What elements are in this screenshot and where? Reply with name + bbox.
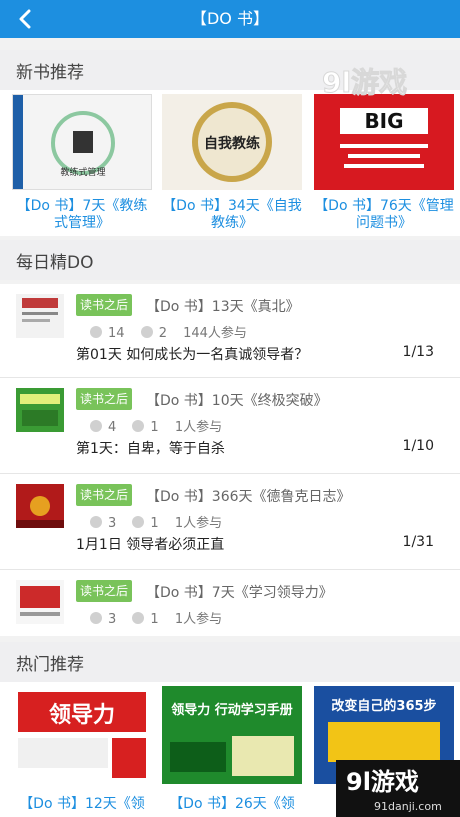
section-title: 热门推荐	[16, 655, 84, 675]
hot-books-row: 领导力 【Do 书】12天《领 领导力 行动学习手册 【Do 书】26天《领 改…	[0, 682, 460, 817]
item-meta: 3 1 1人参与	[90, 512, 234, 531]
item-title: 【Do 书】10天《终极突破》	[146, 393, 328, 409]
svg-text:领导力: 领导力	[49, 702, 115, 728]
top-bar: 【DO 书】	[0, 0, 460, 38]
svg-text:BIG: BIG	[364, 109, 403, 133]
progress-text: 1/13	[402, 344, 434, 360]
book-caption: 【Do 书】7天《教练式管理》	[16, 198, 148, 231]
book-caption: 【Do 书】12天《领	[19, 796, 145, 812]
svg-text:教练式管理: 教练式管理	[60, 166, 105, 178]
book-cover: BIG	[314, 94, 454, 190]
status-badge: 读书之后	[76, 580, 132, 602]
like-icon	[90, 516, 102, 528]
list-item[interactable]: 读书之后 【Do 书】13天《真北》 14 2 144人参与 第01天 如何成长…	[0, 284, 460, 378]
like-icon	[90, 420, 102, 432]
section-title: 每日精DO	[16, 253, 94, 273]
book-cover: 改变自己的365步	[314, 686, 454, 784]
comment-icon	[132, 420, 145, 432]
book-thumbnail	[16, 484, 64, 528]
like-icon	[90, 326, 102, 338]
list-item[interactable]: 读书之后 【Do 书】366天《德鲁克日志》 3 1 1人参与 1月1日 领导者…	[0, 474, 460, 570]
svg-text:改变自己的365步: 改变自己的365步	[331, 698, 436, 714]
new-books-row: 教练式管理 【Do 书】7天《教练式管理》 自我教练 【Do 书】34天《自我教…	[0, 90, 460, 236]
book-caption: 【Do 书】34天《自我教练》	[162, 198, 302, 231]
item-meta: 3 1 1人参与	[90, 608, 234, 627]
item-title: 【Do 书】13天《真北》	[146, 299, 300, 315]
progress-text: 1/10	[402, 438, 434, 454]
list-item[interactable]: 读书之后 【Do 书】10天《终极突破》 4 1 1人参与 第1天：自卑，等于自…	[0, 378, 460, 474]
book-cover: 自我教练	[162, 94, 302, 190]
item-meta: 4 1 1人参与	[90, 416, 234, 435]
book-thumbnail	[16, 294, 64, 338]
book-caption: 【Do 书】26天《领	[169, 796, 295, 812]
book-thumbnail	[16, 388, 64, 432]
status-badge: 读书之后	[76, 388, 132, 410]
item-meta: 14 2 144人参与	[90, 322, 259, 341]
svg-text:自我教练: 自我教练	[204, 135, 260, 152]
status-badge: 读书之后	[76, 294, 132, 316]
section-daily: 每日精DO	[0, 240, 460, 280]
section-new-books: 新书推荐	[0, 50, 460, 90]
item-title: 【Do 书】366天《德鲁克日志》	[146, 489, 351, 505]
daily-list: 读书之后 【Do 书】13天《真北》 14 2 144人参与 第01天 如何成长…	[0, 284, 460, 636]
section-title: 新书推荐	[16, 63, 84, 83]
page-title: 【DO 书】	[190, 9, 269, 28]
section-hot: 热门推荐	[0, 642, 460, 682]
status-badge: 读书之后	[76, 484, 132, 506]
comment-icon	[132, 612, 145, 624]
item-title: 【Do 书】7天《学习领导力》	[146, 585, 333, 601]
list-item[interactable]: 读书之后 【Do 书】7天《学习领导力》 3 1 1人参与	[0, 570, 460, 636]
comment-icon	[132, 516, 145, 528]
book-cover: 领导力	[12, 686, 152, 784]
progress-text: 1/31	[402, 534, 434, 550]
task-text: 第01天 如何成长为一名真诚领导者？	[76, 347, 309, 363]
book-caption: 【Do 书】76天《管理问题书》	[314, 198, 454, 231]
svg-text:领导力 行动学习手册: 领导力 行动学习手册	[171, 702, 293, 718]
comment-icon	[140, 326, 153, 338]
like-icon	[90, 612, 102, 624]
book-cover: 教练式管理	[12, 94, 152, 190]
task-text: 第1天：自卑，等于自杀	[76, 441, 225, 457]
task-text: 1月1日 领导者必须正直	[76, 537, 225, 553]
book-thumbnail	[16, 580, 64, 624]
book-cover: 领导力 行动学习手册	[162, 686, 302, 784]
